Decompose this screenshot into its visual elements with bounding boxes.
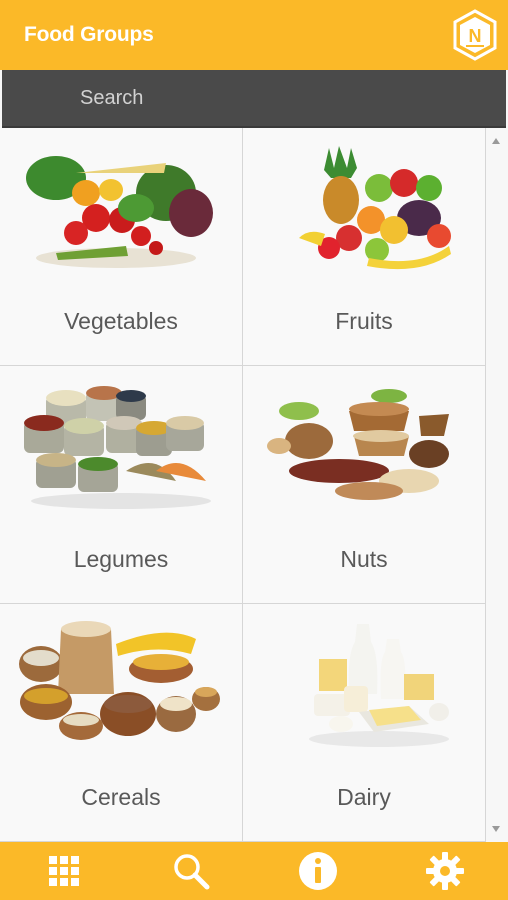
tile-nuts[interactable]: Nuts — [243, 366, 486, 604]
nav-search-button[interactable] — [161, 842, 221, 900]
tile-dairy[interactable]: Dairy — [243, 604, 486, 842]
tile-fruits[interactable]: Fruits — [243, 128, 486, 366]
search-bar — [2, 70, 506, 128]
cereals-image — [19, 621, 220, 740]
svg-text:N: N — [469, 26, 482, 46]
grid-icon — [48, 856, 79, 886]
bottom-nav — [0, 842, 508, 900]
search-input[interactable] — [80, 86, 480, 110]
tile-label: Vegetables — [64, 308, 178, 334]
gear-icon — [425, 852, 464, 890]
tile-cereals[interactable]: Cereals — [0, 604, 243, 842]
tile-label: Nuts — [340, 546, 388, 572]
scroll-down-arrow-icon[interactable] — [492, 826, 500, 832]
nuts-image — [267, 389, 449, 500]
search-icon — [173, 854, 209, 890]
nav-grid-button[interactable] — [34, 842, 94, 900]
legumes-image — [24, 386, 211, 509]
tile-legumes[interactable]: Legumes — [0, 366, 243, 604]
tile-vegetables[interactable]: Vegetables — [0, 128, 243, 366]
tile-label: Fruits — [335, 308, 393, 334]
tile-label: Dairy — [337, 784, 391, 810]
nav-info-button[interactable] — [288, 842, 348, 900]
scrollbar[interactable] — [486, 128, 508, 842]
app-logo-icon[interactable]: N — [452, 9, 498, 61]
food-group-grid: Vegetables Fruits Legumes Nuts Cereals D… — [0, 128, 486, 842]
app-bar: Food Groups N — [0, 0, 508, 70]
tile-label: Cereals — [81, 784, 161, 810]
page-title: Food Groups — [24, 23, 154, 46]
info-icon — [298, 852, 337, 890]
tile-label: Legumes — [73, 546, 169, 572]
fruits-image — [299, 146, 451, 270]
vegetables-image — [26, 156, 213, 268]
scroll-up-arrow-icon[interactable] — [492, 138, 500, 144]
dairy-image — [309, 624, 449, 747]
nav-settings-button[interactable] — [415, 842, 475, 900]
